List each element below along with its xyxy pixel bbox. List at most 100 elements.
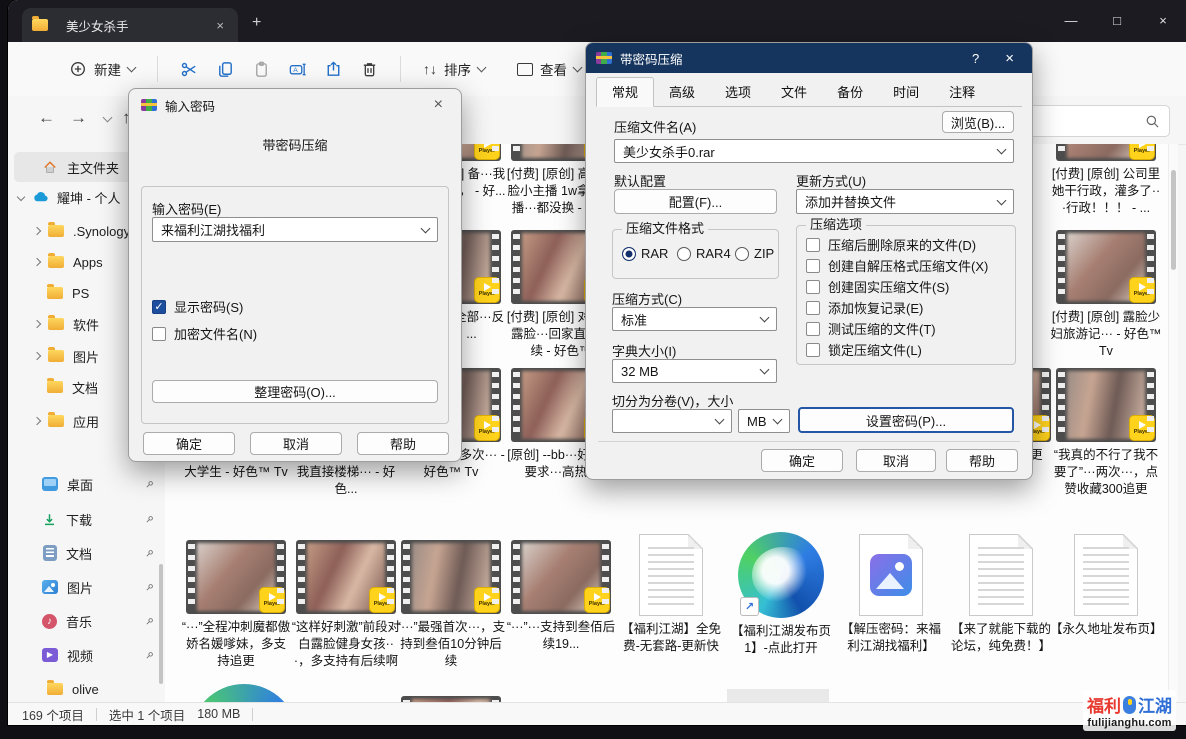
file-tile[interactable]: 【永久地址发布页】 — [1050, 534, 1162, 638]
file-name: 【福利江湖发布页1】-点此打开 — [725, 623, 837, 657]
help-button[interactable]: 帮助 — [357, 432, 449, 455]
file-tile[interactable]: Player [付费] [原创] 公司里她干行政，灌多了···行政！！！ - .… — [1050, 144, 1162, 217]
close-icon[interactable]: × — [428, 96, 449, 114]
copy-icon — [216, 60, 235, 79]
paste-button[interactable] — [243, 53, 279, 86]
back-icon[interactable]: ← — [38, 108, 55, 128]
tab-close-icon[interactable]: × — [212, 18, 228, 33]
close-button[interactable]: × — [1140, 0, 1186, 40]
sidebar-item-olive[interactable]: olive — [14, 674, 155, 703]
chevron-collapsed-icon — [33, 320, 41, 328]
method-select[interactable]: 标准 — [612, 307, 777, 331]
radio-selected-icon — [622, 247, 636, 261]
delete-button[interactable] — [351, 53, 387, 86]
profiles-button[interactable]: 配置(F)... — [614, 189, 777, 214]
file-tile[interactable]: Player “···”最强首次···，支持到叁佰10分钟后续 — [395, 540, 507, 670]
tab-files[interactable]: 文件 — [766, 78, 822, 106]
explorer-tab[interactable]: 美少女杀手 × — [22, 8, 238, 42]
archive-format-label: 压缩文件格式 — [622, 221, 708, 236]
organize-passwords-button[interactable]: 整理密码(O)... — [152, 380, 438, 403]
sidebar-item-downloads[interactable]: 下载 — [14, 504, 155, 534]
grid-scrollbar-thumb[interactable] — [1171, 170, 1176, 270]
tab-comment[interactable]: 注释 — [934, 78, 990, 106]
help-icon[interactable]: ? — [962, 51, 989, 66]
desktop-icon — [42, 477, 58, 491]
sidebar-item-pictures[interactable]: 图片 — [14, 572, 155, 602]
password-input[interactable]: 来福利江湖找福利 — [152, 217, 438, 242]
tab-options[interactable]: 选项 — [710, 78, 766, 106]
copy-button[interactable] — [207, 53, 243, 86]
folder-icon — [48, 318, 64, 330]
sidebar-item-videos[interactable]: ▶ 视频 — [14, 640, 155, 670]
delete-files-checkbox[interactable]: 压缩后删除原来的文件(D) — [806, 235, 976, 254]
share-button[interactable] — [315, 53, 351, 86]
player-badge-icon: Player — [369, 587, 395, 613]
encrypt-filenames-checkbox[interactable]: 加密文件名(N) — [152, 324, 257, 343]
file-tile[interactable]: 【来了就能下载的论坛，纯免费！】 — [945, 534, 1057, 655]
file-tile[interactable]: Player “···”···支持到叁佰后续19... — [505, 540, 617, 653]
file-tile[interactable]: Player “这样好刺激”前段对白露脸健身女孩···，多支持有后续啊 — [290, 540, 402, 670]
file-tile[interactable]: Player “···”全程冲刺魔都傲娇名媛嗲妹，多支持追更 — [180, 540, 292, 670]
sidebar-item-documents[interactable]: 文档 — [14, 538, 155, 568]
test-files-checkbox[interactable]: 测试压缩的文件(T) — [806, 319, 936, 338]
video-thumbnail: Player — [186, 540, 286, 614]
set-password-button[interactable]: 设置密码(P)... — [798, 407, 1014, 433]
browse-button[interactable]: 浏览(B)... — [942, 111, 1014, 133]
file-tile[interactable]: Player “我真的不行了我不要了”···两次···，点赞收藏300追更 — [1050, 368, 1162, 498]
ok-button[interactable]: 确定 — [761, 449, 843, 472]
tab-time[interactable]: 时间 — [878, 78, 934, 106]
password-label: 输入密码(E) — [152, 199, 221, 218]
player-badge-icon: Player — [1129, 415, 1155, 441]
format-zip-radio[interactable]: ZIP — [735, 246, 774, 261]
file-tile[interactable]: 【福利江湖】全免费-无套路-更新快 — [615, 534, 727, 655]
tab-backup[interactable]: 备份 — [822, 78, 878, 106]
chevron-down-icon — [421, 223, 431, 233]
cancel-button[interactable]: 取消 — [856, 449, 936, 472]
recent-pages-chevron-icon[interactable] — [103, 113, 113, 123]
folder-icon — [32, 19, 48, 31]
folder-icon — [47, 287, 63, 299]
video-thumbnail: Player — [511, 540, 611, 614]
file-tile[interactable]: 【解压密码：来福利江湖找福利】 — [835, 534, 947, 655]
archive-name-input[interactable]: 美少女杀手0.rar — [614, 139, 1014, 163]
sfx-checkbox[interactable]: 创建自解压格式压缩文件(X) — [806, 256, 988, 275]
recovery-record-checkbox[interactable]: 添加恢复记录(E) — [806, 298, 923, 317]
help-button[interactable]: 帮助 — [946, 449, 1018, 472]
close-icon[interactable]: × — [997, 50, 1022, 67]
cancel-button[interactable]: 取消 — [250, 432, 342, 455]
file-tile[interactable]: ↗ 【福利江湖发布页1】-点此打开 — [725, 532, 837, 657]
show-password-checkbox[interactable]: ✓ 显示密码(S) — [152, 297, 243, 316]
solid-checkbox[interactable]: 创建固实压缩文件(S) — [806, 277, 949, 296]
new-tab-button[interactable]: + — [252, 14, 261, 32]
tab-advanced[interactable]: 高级 — [654, 78, 710, 106]
grid-scrollbar[interactable] — [1168, 144, 1178, 710]
new-button[interactable]: 新建 — [60, 52, 144, 86]
cut-button[interactable] — [171, 53, 207, 86]
status-divider — [252, 708, 253, 721]
tab-general[interactable]: 常规 — [596, 77, 654, 107]
format-rar4-radio[interactable]: RAR4 — [677, 246, 731, 261]
lock-archive-checkbox[interactable]: 锁定压缩文件(L) — [806, 340, 922, 359]
sidebar-scrollbar[interactable] — [159, 564, 163, 684]
paste-icon — [252, 60, 271, 79]
sidebar-item-music[interactable]: ♪ 音乐 — [14, 606, 155, 636]
desktop: 美少女杀手 × + — □ × 新建 A — [0, 0, 1186, 739]
sort-button[interactable]: ↑↓ 排序 — [414, 52, 494, 86]
sidebar-item-label: 文档 — [66, 544, 144, 563]
update-mode-select[interactable]: 添加并替换文件 — [796, 189, 1014, 214]
dictionary-select[interactable]: 32 MB — [612, 359, 777, 383]
view-button[interactable]: 查看 — [508, 52, 590, 86]
forward-icon[interactable]: → — [70, 108, 87, 128]
format-rar-radio[interactable]: RAR — [622, 246, 668, 261]
volume-unit-select[interactable]: MB — [738, 409, 790, 433]
maximize-button[interactable]: □ — [1094, 0, 1140, 40]
file-name: 【福利江湖】全免费-无套路-更新快 — [615, 621, 727, 655]
rename-button[interactable]: A — [279, 53, 315, 86]
svg-text:A: A — [293, 66, 298, 73]
file-tile[interactable]: Player [付费] [原创] 露脸少妇旅游记··· - 好色™ Tv — [1050, 230, 1162, 360]
ok-button[interactable]: 确定 — [143, 432, 235, 455]
volume-size-input[interactable] — [612, 409, 732, 433]
sidebar-item-desktop[interactable]: 桌面 — [14, 469, 155, 499]
minimize-button[interactable]: — — [1048, 0, 1094, 40]
sidebar-item-label: 视频 — [67, 646, 144, 665]
